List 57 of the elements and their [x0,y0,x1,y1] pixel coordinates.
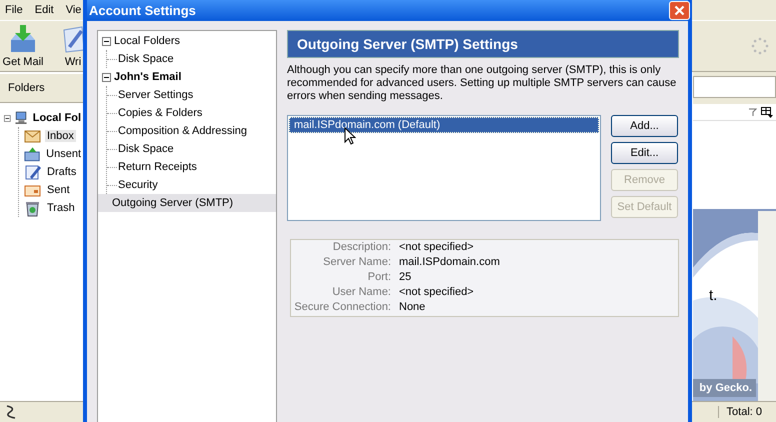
search-field[interactable] [693,76,776,98]
section-heading: Outgoing Server (SMTP) Settings [287,30,679,58]
tree-item[interactable]: Composition & Addressing [118,125,248,137]
field-label: User Name: [331,286,391,298]
computer-icon [14,109,28,127]
menu-item[interactable]: Vie [66,4,82,16]
dialog-button[interactable]: Add... [611,115,678,137]
field-value: <not specified> [399,241,475,253]
scrollbar[interactable] [758,211,776,401]
column-picker-icon[interactable] [761,106,773,118]
folder-item[interactable]: Sent [45,184,72,196]
field-label: Port: [366,271,391,283]
window-title: Account Settings [88,3,196,18]
trash-can-icon [23,199,42,217]
collapse-icon[interactable] [4,114,11,122]
tree-item[interactable]: Disk Space [118,53,174,65]
field-label: Server Name: [322,256,391,268]
inbox-tray-icon [8,24,38,54]
mouse-cursor-icon [344,127,356,146]
field-value: <not specified> [399,286,475,298]
folder-item[interactable]: Drafts [45,166,78,178]
description-text: Although you can specify more than one outgoing server (SMTP), this is only recommended for advanced users. Setting up multiple SMTP servers can cause errors when sending messages. [287,64,678,103]
folder-item[interactable]: Unsent [44,148,83,160]
folder-item[interactable]: Inbox [45,130,76,142]
tree-item[interactable]: Server Settings [118,89,194,101]
tree-item[interactable]: Local Folders [114,35,180,47]
field-value: 25 [399,271,412,283]
tree-item[interactable]: Disk Space [118,143,174,155]
folder-item[interactable]: Local Fol [30,112,83,124]
menu-item[interactable]: Edit [34,4,54,16]
field-label: Description: [332,241,391,253]
collapse-icon[interactable] [102,36,111,46]
tree-item[interactable]: Outgoing Server (SMTP) [98,194,276,212]
field-value: None [399,301,426,313]
pane-header: Folders [0,74,83,103]
field-value: mail.ISPdomain.com [399,256,501,268]
folder-item[interactable]: Trash [45,202,77,214]
spinner-icon [750,36,770,56]
close-icon [674,5,685,16]
document-pen-icon [23,163,42,181]
sort-icon [748,108,757,116]
footer-text: by Gecko. [693,379,756,397]
close-button[interactable] [669,1,690,20]
toolbar-button[interactable]: Get Mail [2,24,44,68]
list-item[interactable]: mail.ISPdomain.com (Default) [289,117,599,133]
tree-item[interactable]: Security [118,179,158,191]
field-label: Secure Connection: [293,301,391,313]
dialog-button[interactable]: Edit... [611,142,678,164]
page-text: t. [709,287,718,304]
collapse-icon[interactable] [102,72,111,82]
tree-item[interactable]: Return Receipts [118,161,197,173]
message-count: Total: 0 [718,406,762,418]
plug-icon [4,404,18,420]
menu-item[interactable]: File [5,4,23,16]
outbox-icon [23,145,42,163]
tree-item[interactable]: John's Email [114,71,182,83]
tree-item[interactable]: Copies & Folders [118,107,202,119]
